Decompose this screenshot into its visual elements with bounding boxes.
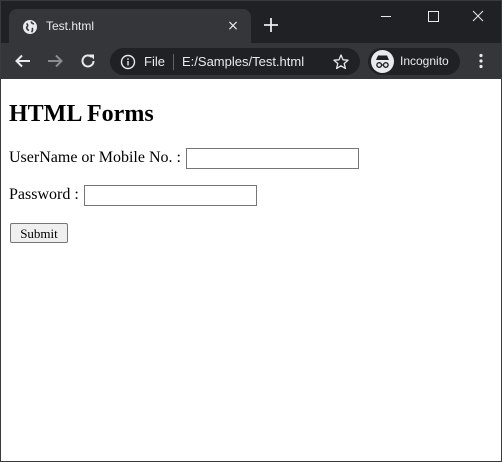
tab-strip: Test.html × bbox=[1, 1, 501, 43]
plus-icon[interactable] bbox=[261, 15, 281, 35]
submit-button[interactable]: Submit bbox=[10, 223, 68, 243]
address-bar[interactable]: File E:/Samples/Test.html bbox=[110, 48, 360, 75]
url-scheme: File bbox=[144, 54, 165, 69]
password-input[interactable] bbox=[84, 185, 257, 206]
page-viewport: HTML Forms UserName or Mobile No. : Pass… bbox=[1, 79, 501, 461]
username-label: UserName or Mobile No. : bbox=[9, 149, 181, 166]
minimize-button[interactable] bbox=[363, 1, 409, 31]
url-text[interactable]: E:/Samples/Test.html bbox=[182, 53, 304, 70]
toolbar: File E:/Samples/Test.html Incognito bbox=[1, 43, 501, 79]
incognito-indicator[interactable]: Incognito bbox=[368, 48, 460, 75]
tab-title: Test.html bbox=[46, 19, 95, 33]
info-icon[interactable] bbox=[120, 54, 136, 70]
close-icon bbox=[472, 10, 484, 22]
maximize-icon bbox=[428, 11, 439, 22]
tab-close-icon[interactable]: × bbox=[225, 18, 241, 34]
incognito-label: Incognito bbox=[400, 54, 449, 68]
more-menu-icon[interactable] bbox=[471, 51, 491, 71]
close-window-button[interactable] bbox=[455, 1, 501, 31]
reload-icon[interactable] bbox=[78, 51, 98, 71]
back-arrow-icon[interactable] bbox=[13, 51, 33, 71]
forward-arrow-icon[interactable] bbox=[45, 51, 65, 71]
incognito-icon bbox=[371, 50, 394, 73]
tab-test-html[interactable]: Test.html × bbox=[9, 9, 251, 43]
minimize-icon bbox=[381, 16, 391, 17]
bookmark-star-icon[interactable] bbox=[332, 53, 350, 71]
maximize-button[interactable] bbox=[409, 1, 455, 31]
address-divider bbox=[173, 54, 174, 70]
globe-icon bbox=[23, 20, 37, 34]
browser-window: Test.html × File E:/Samples/Test.html In… bbox=[0, 0, 502, 462]
password-label: Password : bbox=[9, 186, 79, 203]
page-heading: HTML Forms bbox=[9, 101, 154, 127]
username-input[interactable] bbox=[186, 148, 359, 169]
